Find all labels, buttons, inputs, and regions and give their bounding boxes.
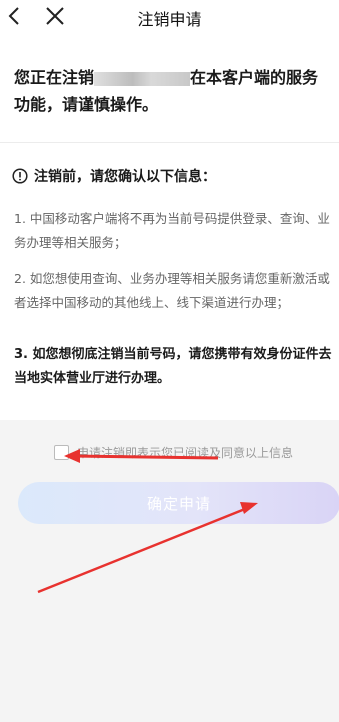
- confirm-apply-button[interactable]: 确定申请: [18, 482, 339, 524]
- notice-heading-text: 注销前，请您确认以下信息：: [34, 169, 216, 185]
- notice-item-1: 1. 中国移动客户端将不再为当前号码提供登录、查询、业务办理等相关服务；: [14, 211, 330, 250]
- close-button[interactable]: [44, 4, 66, 28]
- app-header: 注销申请: [0, 0, 339, 34]
- notice-item-3: 3. 如您想彻底注销当前号码，请您携带有效身份证件去当地实体营业厅进行办理。: [14, 347, 332, 386]
- chevron-left-icon: [8, 7, 19, 25]
- masked-phone-number: [94, 71, 191, 86]
- notice-heading: 注销前，请您确认以下信息：: [12, 166, 216, 186]
- back-button[interactable]: [4, 4, 26, 28]
- divider: [0, 142, 339, 143]
- close-icon: [46, 7, 64, 25]
- agreement-row[interactable]: 申请注销即表示您已阅读及同意以上信息: [54, 444, 293, 461]
- agreement-label[interactable]: 申请注销即表示您已阅读及同意以上信息: [77, 444, 293, 461]
- warning-message: 您正在注销 在本客户端的服务功能，请谨慎操作。: [14, 64, 334, 118]
- notice-item-2: 2. 如您想使用查询、业务办理等相关服务请您重新激活或者选择中国移动的其他线上、…: [14, 271, 330, 310]
- warning-prefix: 您正在注销: [14, 68, 95, 87]
- info-icon: [12, 168, 28, 184]
- agreement-checkbox[interactable]: [54, 445, 69, 460]
